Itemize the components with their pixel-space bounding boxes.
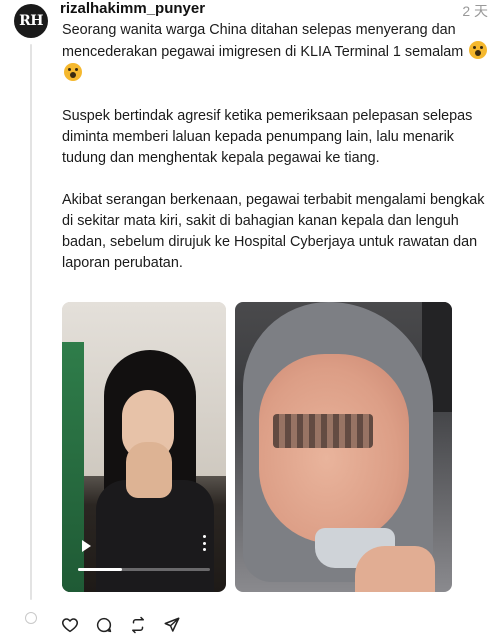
comment-icon[interactable]	[94, 615, 114, 635]
post-timestamp: 2 天	[462, 3, 488, 19]
paragraph-2: Suspek bertindak agresif ketika pemeriks…	[62, 108, 473, 166]
action-bar	[60, 615, 182, 635]
photo-subject-face	[259, 354, 409, 544]
more-vertical-icon[interactable]	[203, 535, 206, 551]
avatar[interactable]: RH	[14, 4, 48, 38]
avatar-initials: RH	[19, 13, 43, 29]
username[interactable]: rizalhakimm_punyer	[60, 0, 205, 17]
video-attachment[interactable]	[62, 302, 226, 592]
photo-subject-hand	[355, 546, 435, 592]
play-icon[interactable]	[82, 540, 91, 552]
video-person-edge	[62, 342, 84, 592]
share-icon[interactable]	[162, 615, 182, 635]
video-subject-hands	[126, 442, 172, 498]
repost-icon[interactable]	[128, 615, 148, 635]
thread-end-dot	[25, 612, 37, 624]
shocked-face-emoji-icon	[64, 63, 82, 81]
paragraph-1-text: Seorang wanita warga China ditahan selep…	[62, 22, 464, 60]
photo-censor-blur	[273, 414, 373, 448]
video-progress-fill	[78, 568, 122, 571]
paragraph-3: Akibat serangan berkenaan, pegawai terba…	[62, 192, 485, 271]
heart-icon[interactable]	[60, 615, 80, 635]
video-progress-bar[interactable]	[78, 568, 210, 571]
shocked-face-emoji-icon	[469, 41, 488, 59]
thread-line	[30, 44, 32, 600]
paragraph-1: Seorang wanita warga China ditahan selep…	[62, 20, 490, 85]
thread-post: RH rizalhakimm_punyer 2 天 Seorang wanita…	[0, 0, 498, 635]
post-body: Seorang wanita warga China ditahan selep…	[62, 20, 490, 295]
photo-attachment[interactable]	[235, 302, 452, 592]
